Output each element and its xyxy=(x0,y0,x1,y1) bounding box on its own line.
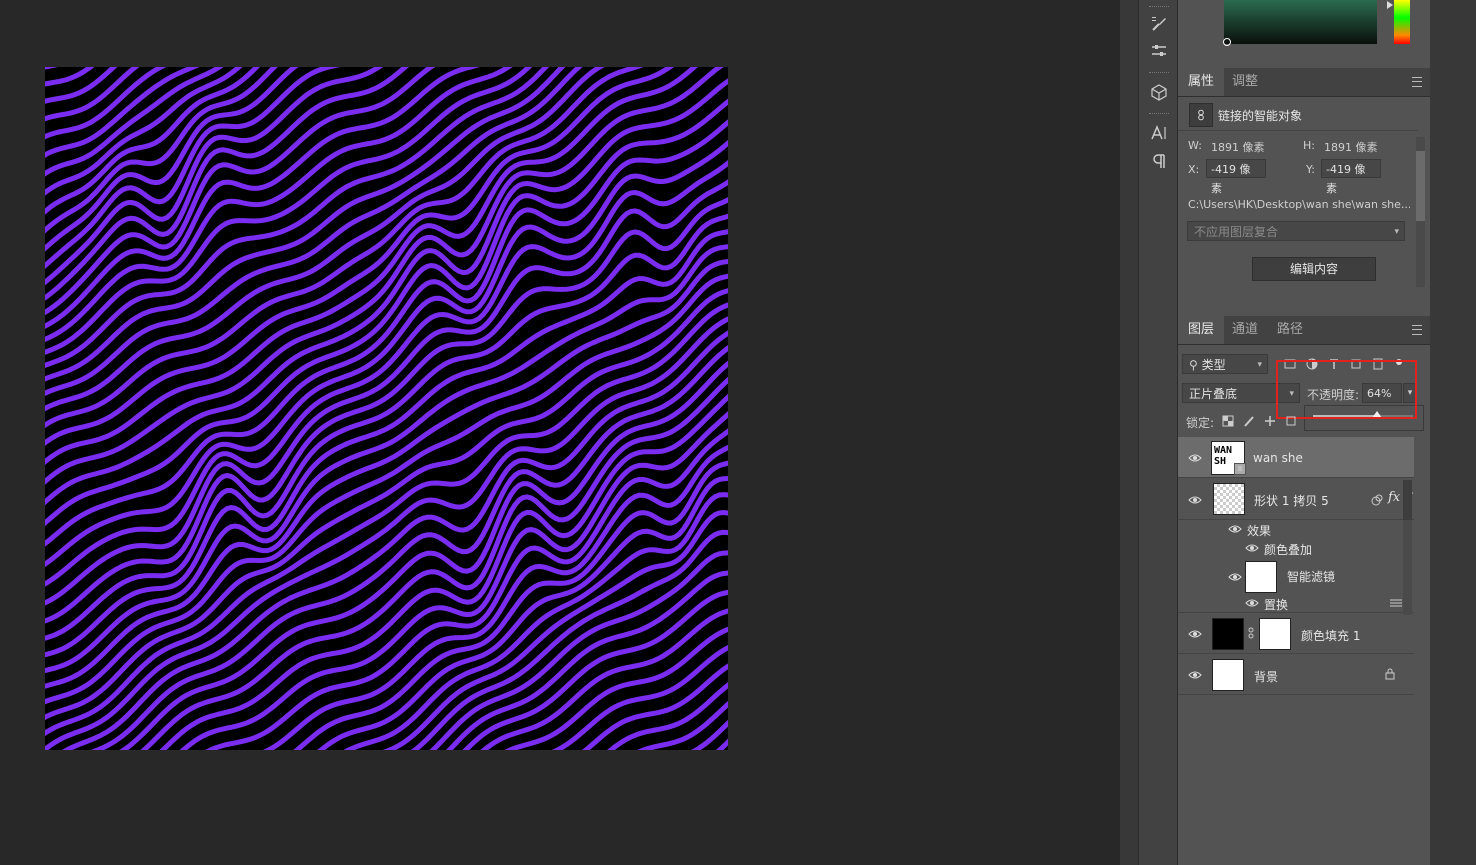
tab-properties[interactable]: 属性 xyxy=(1178,68,1225,96)
smart-filter-mask-thumbnail[interactable] xyxy=(1245,561,1277,593)
lock-icons xyxy=(1222,414,1302,428)
smart-filters-label: 智能滤镜 xyxy=(1287,570,1336,584)
y-position-field[interactable]: -419 像素 xyxy=(1321,159,1381,195)
hue-slider-handle[interactable] xyxy=(1387,1,1393,9)
chain-link-icon[interactable] xyxy=(1248,627,1254,639)
character-icon[interactable] xyxy=(1147,122,1171,144)
tab-adjustments[interactable]: 调整 xyxy=(1222,68,1268,96)
layer-comp-select-value: 不应用图层复合 xyxy=(1194,225,1279,239)
canvas-area xyxy=(0,0,1120,865)
layers-scrollbar[interactable] xyxy=(1403,480,1412,615)
tab-paths[interactable]: 路径 xyxy=(1267,316,1313,344)
layer-comp-select[interactable]: 不应用图层复合 ▾ xyxy=(1187,221,1405,241)
eye-icon[interactable] xyxy=(1188,629,1202,639)
color-field[interactable] xyxy=(1224,0,1377,44)
fill-color-thumbnail[interactable] xyxy=(1212,618,1244,650)
toolstrip-grip[interactable] xyxy=(1149,72,1169,75)
color-overlay-effect-row[interactable]: 颜色叠加 xyxy=(1178,539,1414,558)
properties-scrollbar[interactable] xyxy=(1416,137,1425,287)
layer-thumbnail[interactable] xyxy=(1212,659,1244,691)
layers-tabs: 图层 通道 路径 xyxy=(1178,316,1430,345)
layer-filter-select[interactable]: ⚲ 类型 ▾ xyxy=(1182,354,1268,374)
highlight-annotation-box xyxy=(1276,360,1417,419)
layers-menu-icon[interactable] xyxy=(1412,325,1422,335)
linked-file-path: C:\Users\HK\Desktop\wan she\wan she.... xyxy=(1188,198,1410,211)
lock-pixels-brush-icon[interactable] xyxy=(1243,415,1255,427)
adjustments-icon[interactable] xyxy=(1147,40,1171,62)
layer-row[interactable]: 形状 1 拷贝 5 fx ^ xyxy=(1178,478,1414,520)
layer-name[interactable]: 颜色填充 1 xyxy=(1301,627,1360,644)
layer-row[interactable]: 颜色填充 1 xyxy=(1178,613,1414,654)
eye-icon[interactable] xyxy=(1245,543,1259,553)
layers-list: WAN SH 8 wan she 形状 1 拷贝 5 fx ^ 效果 xyxy=(1178,437,1414,697)
edit-contents-button[interactable]: 编辑内容 xyxy=(1252,257,1376,281)
wave-artwork xyxy=(45,67,728,750)
lock-label: 锁定: xyxy=(1186,416,1215,430)
height-value[interactable]: 1891 像素 xyxy=(1324,139,1378,155)
lock-artboard-icon[interactable] xyxy=(1285,415,1297,427)
eye-icon[interactable] xyxy=(1228,524,1242,534)
blend-mode-value: 正片叠底 xyxy=(1189,387,1238,401)
eye-icon[interactable] xyxy=(1188,495,1202,505)
eye-icon[interactable] xyxy=(1188,670,1202,680)
layer-thumbnail[interactable] xyxy=(1213,483,1245,515)
smart-filter-indicator-icon[interactable] xyxy=(1371,494,1383,506)
effects-row[interactable]: 效果 xyxy=(1178,520,1414,539)
layer-mask-thumbnail[interactable] xyxy=(1259,618,1291,650)
layer-row[interactable]: 背景 xyxy=(1178,654,1414,695)
far-right-gutter xyxy=(1430,0,1476,865)
divider xyxy=(1178,130,1418,131)
lock-icon xyxy=(1385,668,1395,680)
color-panel xyxy=(1178,0,1430,66)
chevron-down-icon: ▾ xyxy=(1257,360,1262,370)
height-label: H: xyxy=(1303,139,1315,152)
smart-object-link-icon xyxy=(1189,103,1213,127)
x-label: X: xyxy=(1188,163,1200,176)
width-label: W: xyxy=(1188,139,1202,152)
search-icon: ⚲ xyxy=(1189,358,1198,372)
layer-effects-fx-icon[interactable]: fx xyxy=(1388,490,1400,505)
panels-column: 属性 调整 链接的智能对象 W: 1891 像素 H: 1891 像素 X: -… xyxy=(1178,0,1430,865)
properties-scroll-thumb[interactable] xyxy=(1416,151,1425,221)
displace-filter-label[interactable]: 置换 xyxy=(1264,596,1288,613)
smart-filters-row[interactable]: 智能滤镜 xyxy=(1178,559,1414,593)
panel-toolstrip xyxy=(1138,0,1178,865)
eye-icon[interactable] xyxy=(1228,572,1242,582)
3d-cube-icon[interactable] xyxy=(1147,81,1171,103)
eye-icon[interactable] xyxy=(1188,453,1202,463)
brush-presets-icon[interactable] xyxy=(1147,13,1171,35)
layer-name[interactable]: 背景 xyxy=(1254,668,1278,685)
object-type-label: 链接的智能对象 xyxy=(1218,109,1303,123)
properties-menu-icon[interactable] xyxy=(1412,77,1422,87)
paragraph-icon[interactable] xyxy=(1147,150,1171,172)
properties-body: 链接的智能对象 W: 1891 像素 H: 1891 像素 X: -419 像素… xyxy=(1178,97,1430,315)
tab-layers[interactable]: 图层 xyxy=(1178,316,1225,344)
toolstrip-grip[interactable] xyxy=(1149,6,1169,9)
filter-blending-options-icon[interactable] xyxy=(1390,598,1402,608)
panel-gutter xyxy=(1120,0,1138,865)
layer-name[interactable]: wan she xyxy=(1253,451,1303,465)
effects-label: 效果 xyxy=(1247,524,1272,538)
color-overlay-label[interactable]: 颜色叠加 xyxy=(1264,541,1312,558)
lock-position-move-icon[interactable] xyxy=(1264,415,1276,427)
chevron-down-icon: ▾ xyxy=(1394,227,1399,237)
smart-object-badge-icon: 8 xyxy=(1234,463,1246,475)
tab-channels[interactable]: 通道 xyxy=(1222,316,1268,344)
wave-stripe xyxy=(45,67,58,70)
eye-icon[interactable] xyxy=(1245,598,1259,608)
color-picker-cursor[interactable] xyxy=(1223,38,1231,46)
width-value[interactable]: 1891 像素 xyxy=(1211,139,1265,155)
layers-scroll-thumb[interactable] xyxy=(1403,480,1412,520)
layer-row[interactable]: WAN SH 8 wan she xyxy=(1178,437,1414,478)
properties-tabs: 属性 调整 xyxy=(1178,68,1430,97)
layer-name[interactable]: 形状 1 拷贝 5 xyxy=(1254,492,1329,509)
lock-transparency-icon[interactable] xyxy=(1222,415,1234,427)
layer-filter-value: 类型 xyxy=(1201,358,1226,372)
toolstrip-grip[interactable] xyxy=(1149,113,1169,116)
displace-filter-row[interactable]: 置换 xyxy=(1178,593,1414,613)
document-canvas[interactable] xyxy=(45,67,728,750)
x-position-field[interactable]: -419 像素 xyxy=(1206,159,1266,195)
hue-slider[interactable] xyxy=(1394,0,1410,44)
y-label: Y: xyxy=(1306,163,1315,176)
